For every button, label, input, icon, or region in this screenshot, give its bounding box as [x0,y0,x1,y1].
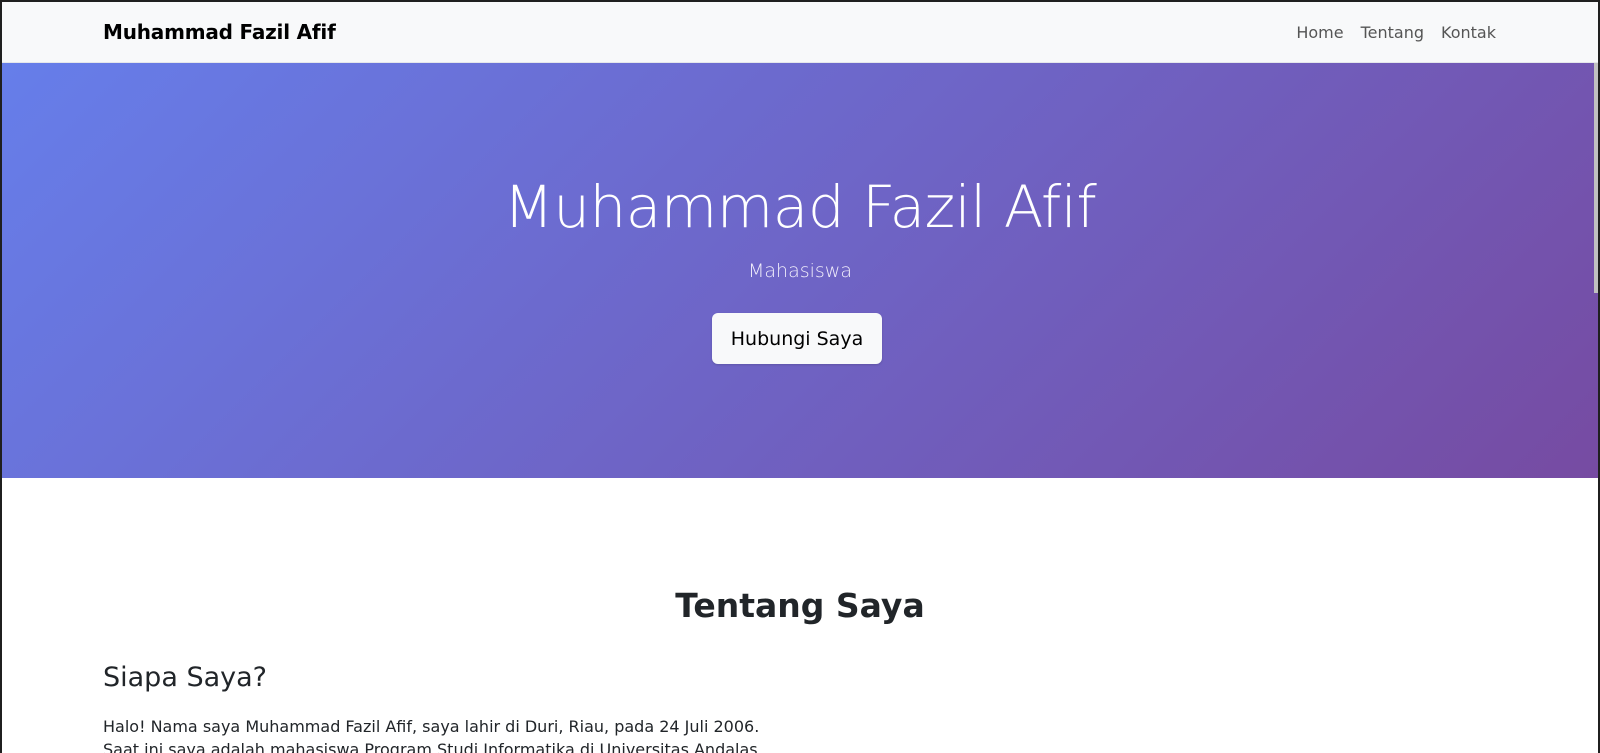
navbar-brand[interactable]: Muhammad Fazil Afif [103,20,336,44]
hero-subtitle: Mahasiswa [748,260,852,282]
nav-links: Home Tentang Kontak [1296,23,1496,42]
nav-link-tentang[interactable]: Tentang [1361,23,1424,42]
about-paragraph: Halo! Nama saya Muhammad Fazil Afif, say… [103,717,763,753]
contact-me-button[interactable]: Hubungi Saya [712,313,882,364]
hero-title: Muhammad Fazil Afif [503,173,1097,241]
nav-link-kontak[interactable]: Kontak [1441,23,1496,42]
hero-section: Muhammad Fazil Afif Mahasiswa Hubungi Sa… [2,63,1598,478]
scrollbar-thumb[interactable] [1594,63,1598,293]
nav-link-home[interactable]: Home [1296,23,1343,42]
navbar: Muhammad Fazil Afif Home Tentang Kontak [2,2,1598,63]
browser-viewport: Muhammad Fazil Afif Home Tentang Kontak … [0,0,1600,753]
who-am-i-heading: Siapa Saya? [103,662,267,693]
about-heading: Tentang Saya [675,586,925,625]
